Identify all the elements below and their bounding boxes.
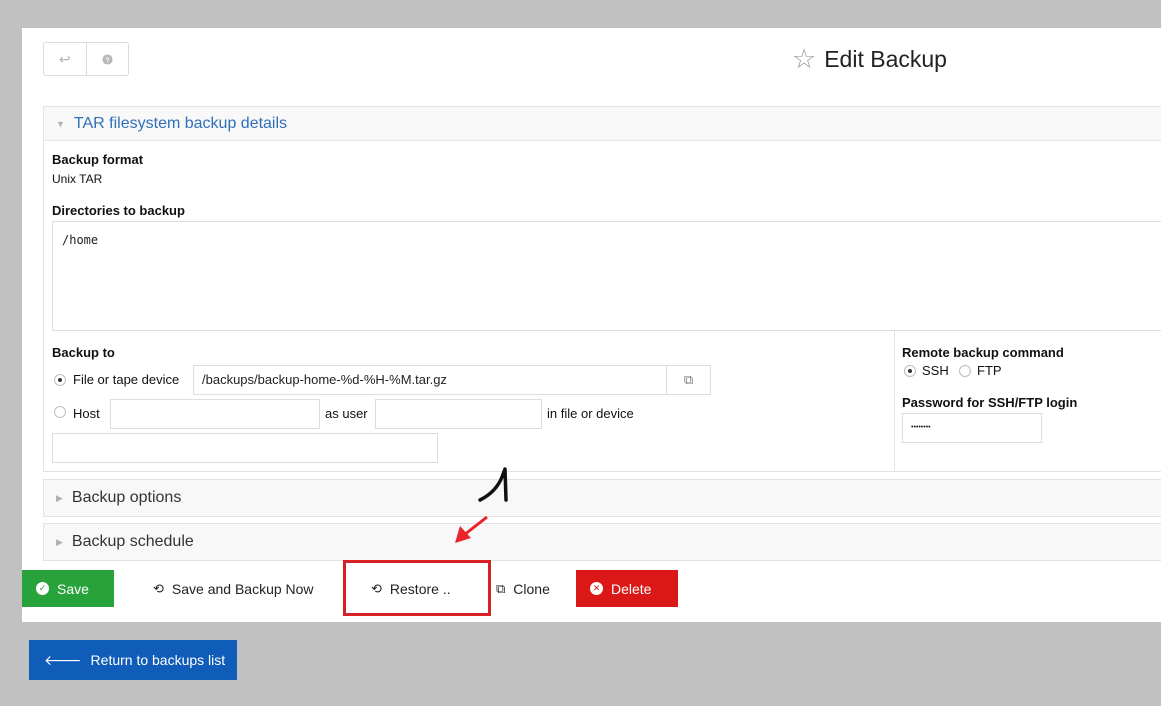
as-user-label: as user <box>325 406 368 421</box>
delete-button[interactable]: ✕ Delete <box>576 570 678 607</box>
delete-button-label: Delete <box>611 580 652 597</box>
remote-command-label: Remote backup command <box>902 345 1064 360</box>
save-backup-now-button[interactable]: ⟲ Save and Backup Now <box>139 570 328 607</box>
directories-textarea[interactable]: /home <box>52 221 1161 331</box>
backup-schedule-section[interactable]: ▶ Backup schedule <box>43 523 1161 561</box>
tar-details-title: TAR filesystem backup details <box>73 114 288 132</box>
restore-highlight-box <box>343 560 491 616</box>
caret-down-icon: ▼ <box>56 118 65 129</box>
ftp-radio[interactable] <box>959 365 971 377</box>
column-divider <box>894 331 895 471</box>
backup-to-label: Backup to <box>52 345 115 360</box>
history-icon: ⟲ <box>153 580 164 596</box>
tar-details-section: ▼ TAR filesystem backup details Backup f… <box>43 106 1161 472</box>
save-backup-now-label: Save and Backup Now <box>171 580 314 597</box>
annotation-arrow-icon <box>455 467 508 543</box>
file-chooser-icon: ⧉ <box>683 372 694 387</box>
backup-options-title: Backup options <box>71 489 182 506</box>
backup-options-header[interactable]: ▶ Backup options <box>44 480 1161 516</box>
file-device-radio[interactable] <box>54 374 66 386</box>
directories-label: Directories to backup <box>52 203 185 218</box>
page-title: Edit Backup <box>824 45 947 72</box>
remote-file-input[interactable] <box>52 433 438 463</box>
close-circle-icon: ✕ <box>590 582 603 595</box>
tar-details-header[interactable]: ▼ TAR filesystem backup details <box>44 107 1161 141</box>
help-icon[interactable]: ? <box>85 43 129 75</box>
file-device-label: File or tape device <box>73 372 180 387</box>
backup-schedule-title: Backup schedule <box>71 533 194 550</box>
return-button-label: Return to backups list <box>90 652 226 668</box>
copy-icon: ⧉ <box>496 580 506 596</box>
password-label: Password for SSH/FTP login <box>902 395 1078 410</box>
ftp-label: FTP <box>977 363 1002 378</box>
star-icon[interactable]: ☆ <box>792 45 816 73</box>
backup-schedule-header[interactable]: ▶ Backup schedule <box>44 524 1161 560</box>
arrow-left-icon: 🡐 <box>44 651 82 668</box>
clone-button[interactable]: ⧉ Clone <box>488 570 574 607</box>
ssh-radio[interactable] <box>904 365 916 377</box>
backup-options-section[interactable]: ▶ Backup options <box>43 479 1161 517</box>
in-file-label: in file or device <box>547 406 634 421</box>
user-input[interactable] <box>375 399 542 429</box>
ssh-label: SSH <box>922 363 949 378</box>
save-button-label: Save <box>57 580 89 597</box>
host-label: Host <box>73 406 100 421</box>
backup-format-label: Backup format <box>52 152 144 167</box>
host-radio[interactable] <box>54 406 66 418</box>
page-header: ☆ Edit Backup <box>792 42 947 76</box>
toolbar-button-group: ↩ ? <box>43 42 129 76</box>
back-icon[interactable]: ↩ <box>44 43 86 75</box>
caret-right-icon: ▶ <box>56 536 63 547</box>
host-input[interactable] <box>110 399 320 429</box>
edit-backup-panel: ↩ ? ☆ Edit Backup ▼ TAR filesystem backu… <box>22 28 1161 622</box>
svg-text:?: ? <box>105 55 110 64</box>
save-button[interactable]: ✓ Save <box>22 570 114 607</box>
file-path-input[interactable]: /backups/backup-home-%d-%H-%M.tar.gz <box>193 365 667 395</box>
return-to-list-button[interactable]: 🡐 Return to backups list <box>29 640 237 680</box>
password-input[interactable]: •••••••• <box>902 413 1042 443</box>
clone-button-label: Clone <box>513 580 550 597</box>
caret-right-icon: ▶ <box>56 492 63 503</box>
backup-format-value: Unix TAR <box>52 172 103 186</box>
file-chooser-button[interactable]: ⧉ <box>666 365 711 395</box>
check-icon: ✓ <box>36 582 49 595</box>
